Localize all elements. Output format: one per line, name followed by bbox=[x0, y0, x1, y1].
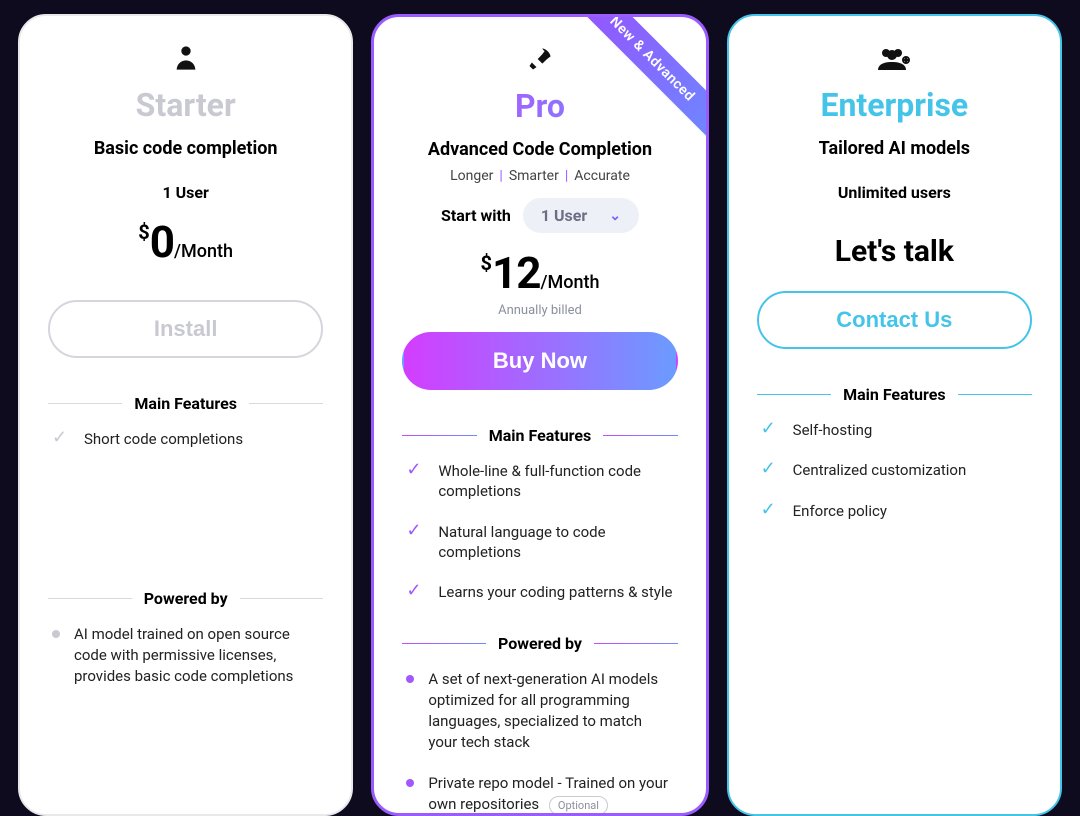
lets-talk: Let's talk bbox=[757, 234, 1032, 269]
dropdown-value: 1 User bbox=[541, 206, 587, 225]
check-icon: ✓ bbox=[761, 501, 779, 521]
powered-list: AI model trained on open source code wit… bbox=[48, 624, 323, 707]
powered-item: Private repo model - Trained on your own… bbox=[406, 773, 673, 815]
price-amount: 0 bbox=[150, 216, 174, 268]
plan-name: Enterprise bbox=[757, 86, 1032, 124]
check-icon: ✓ bbox=[406, 582, 424, 602]
powered-list: A set of next-generation AI models optim… bbox=[402, 669, 677, 816]
powered-item: A set of next-generation AI models optim… bbox=[406, 669, 673, 753]
check-icon: ✓ bbox=[761, 420, 779, 440]
team-icon bbox=[757, 44, 1032, 78]
plan-subtags: Longer|Smarter|Accurate bbox=[402, 168, 677, 184]
subtag: Accurate bbox=[574, 168, 630, 184]
plan-tagline: Tailored AI models bbox=[757, 138, 1032, 159]
section-label: Main Features bbox=[489, 426, 592, 445]
feature-text: Whole-line & full-function code completi… bbox=[438, 461, 673, 502]
start-with-label: Start with bbox=[441, 206, 511, 225]
plan-card-starter: Starter Basic code completion 1 User $0/… bbox=[18, 14, 353, 816]
powered-item: AI model trained on open source code wit… bbox=[52, 624, 319, 687]
plan-card-enterprise: Enterprise Tailored AI models Unlimited … bbox=[727, 14, 1062, 816]
feature-item: ✓ Whole-line & full-function code complet… bbox=[406, 461, 673, 502]
feature-item: ✓ Natural language to code completions bbox=[406, 522, 673, 563]
section-label: Powered by bbox=[498, 634, 582, 653]
buy-now-button[interactable]: Buy Now bbox=[402, 332, 677, 390]
check-icon: ✓ bbox=[761, 460, 779, 480]
feature-list: ✓ Short code completions bbox=[48, 429, 323, 469]
feature-list: ✓ Whole-line & full-function code complet… bbox=[402, 461, 677, 622]
plan-tagline: Basic code completion bbox=[48, 138, 323, 159]
chevron-down-icon: ⌄ bbox=[609, 208, 621, 224]
start-with-row: Start with 1 User ⌄ bbox=[402, 198, 677, 233]
section-main-features: Main Features bbox=[757, 385, 1032, 404]
subtag: Longer bbox=[450, 168, 493, 184]
section-powered-by: Powered by bbox=[402, 634, 677, 653]
price-amount: 12 bbox=[492, 247, 541, 299]
currency-sign: $ bbox=[481, 251, 492, 275]
plan-tagline: Advanced Code Completion bbox=[402, 139, 677, 160]
powered-text: A set of next-generation AI models optim… bbox=[428, 669, 673, 753]
separator-icon: | bbox=[493, 168, 508, 184]
section-main-features: Main Features bbox=[48, 394, 323, 413]
powered-text: AI model trained on open source code wit… bbox=[74, 624, 319, 687]
price-period: /Month bbox=[540, 272, 599, 293]
feature-text: Short code completions bbox=[84, 429, 243, 449]
feature-item: ✓ Enforce policy bbox=[761, 501, 1028, 521]
plan-users: 1 User bbox=[48, 183, 323, 202]
optional-pill: Optional bbox=[549, 796, 608, 815]
contact-us-button[interactable]: Contact Us bbox=[757, 291, 1032, 349]
plan-users: Unlimited users bbox=[757, 183, 1032, 202]
currency-sign: $ bbox=[138, 220, 149, 244]
check-icon: ✓ bbox=[406, 522, 424, 563]
plan-name: Starter bbox=[48, 86, 323, 124]
feature-text: Self-hosting bbox=[793, 420, 873, 440]
price-period: /Month bbox=[174, 241, 233, 262]
check-icon: ✓ bbox=[52, 429, 70, 449]
feature-text: Natural language to code completions bbox=[438, 522, 673, 563]
plan-name: Pro bbox=[402, 87, 677, 125]
section-label: Powered by bbox=[144, 589, 228, 608]
plan-card-pro: New & Advanced Pro Advanced Code Complet… bbox=[371, 14, 708, 816]
section-powered-by: Powered by bbox=[48, 589, 323, 608]
check-icon: ✓ bbox=[406, 461, 424, 502]
feature-text: Centralized customization bbox=[793, 460, 967, 480]
section-label: Main Features bbox=[843, 385, 946, 404]
feature-text: Learns your coding patterns & style bbox=[438, 582, 672, 602]
feature-item: ✓ Self-hosting bbox=[761, 420, 1028, 440]
person-icon bbox=[48, 44, 323, 78]
feature-item: ✓ Centralized customization bbox=[761, 460, 1028, 480]
separator-icon: | bbox=[559, 168, 574, 184]
feature-list: ✓Self-hosting✓Centralized customization✓… bbox=[757, 420, 1032, 541]
powered-text: Private repo model - Trained on your own… bbox=[428, 773, 673, 815]
billing-note: Annually billed bbox=[402, 303, 677, 318]
section-label: Main Features bbox=[134, 394, 237, 413]
bullet-icon bbox=[52, 630, 60, 638]
feature-text: Enforce policy bbox=[793, 501, 887, 521]
section-main-features: Main Features bbox=[402, 426, 677, 445]
bullet-icon bbox=[406, 779, 414, 787]
feature-item: ✓ Short code completions bbox=[52, 429, 319, 449]
users-dropdown[interactable]: 1 User ⌄ bbox=[523, 198, 639, 233]
subtag: Smarter bbox=[509, 168, 559, 184]
plan-price: $12/Month bbox=[402, 247, 677, 299]
bullet-icon bbox=[406, 675, 414, 683]
install-button[interactable]: Install bbox=[48, 300, 323, 358]
plan-price: $0/Month bbox=[48, 216, 323, 268]
ribbon-badge: New & Advanced bbox=[563, 14, 709, 148]
feature-item: ✓ Learns your coding patterns & style bbox=[406, 582, 673, 602]
